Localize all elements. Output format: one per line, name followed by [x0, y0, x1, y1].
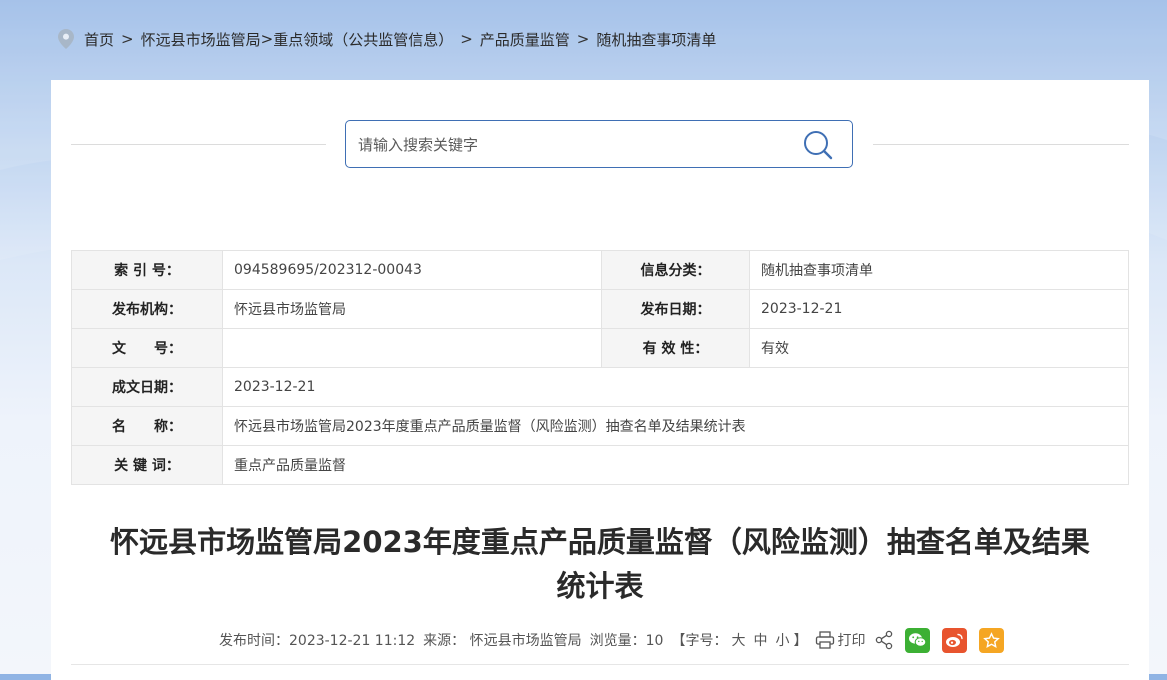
source: 来源： 怀远县市场监管局	[423, 633, 582, 649]
breadcrumb-key-areas[interactable]: 重点领域（公共监管信息）	[273, 29, 453, 50]
content-panel: 索 引 号： 094589695/202312-00043 信息分类： 随机抽查…	[51, 80, 1149, 680]
table-row: 关 键 词： 重点产品质量监督	[71, 445, 1129, 485]
metadata-table: 索 引 号： 094589695/202312-00043 信息分类： 随机抽查…	[71, 250, 1129, 485]
publish-time: 发布时间：2023-12-21 11:12	[219, 633, 416, 649]
breadcrumb-random-inspection[interactable]: 随机抽查事项清单	[596, 29, 716, 50]
table-row: 发布机构： 怀远县市场监管局 发布日期： 2023-12-21	[71, 289, 1129, 329]
document-name-value: 怀远县市场监管局2023年度重点产品质量监督（风险监测）抽查名单及结果统计表	[222, 406, 1129, 446]
font-size-switcher: 【字号：大中小】	[671, 630, 807, 650]
article-title-line-1: 怀远县市场监管局2023年度重点产品质量监督（风险监测）抽查名单及结果	[110, 525, 1090, 559]
publish-date-label: 发布日期：	[601, 289, 750, 329]
keywords-value: 重点产品质量监督	[222, 445, 1129, 485]
breadcrumb-separator: >	[460, 30, 473, 48]
font-size-large[interactable]: 大	[731, 633, 745, 649]
breadcrumb-quality-supervision[interactable]: 产品质量监管	[480, 29, 570, 50]
breadcrumb-bureau[interactable]: 怀远县市场监管局	[141, 29, 261, 50]
breadcrumb-separator: >	[121, 30, 134, 48]
table-row: 名 称： 怀远县市场监管局2023年度重点产品质量监督（风险监测）抽查名单及结果…	[71, 406, 1129, 446]
favorite-button[interactable]	[979, 627, 1005, 653]
breadcrumb-separator: >	[260, 30, 274, 48]
search-input[interactable]	[356, 131, 780, 159]
article-title: 怀远县市场监管局2023年度重点产品质量监督（风险监测）抽查名单及结果 统计表	[51, 520, 1149, 608]
weibo-share-button[interactable]	[942, 627, 968, 653]
doc-number-label: 文 号：	[71, 328, 223, 368]
print-label: 打印	[837, 633, 866, 649]
validity-label: 有 效 性：	[601, 328, 750, 368]
font-size-medium[interactable]: 中	[753, 633, 767, 649]
publisher-label: 发布机构：	[71, 289, 223, 329]
validity-value: 有效	[749, 328, 1129, 368]
document-name-label: 名 称：	[71, 406, 223, 446]
index-number-value: 094589695/202312-00043	[222, 250, 602, 290]
publisher-value: 怀远县市场监管局	[222, 289, 602, 329]
font-size-prefix: 【字号：	[671, 633, 728, 649]
table-row: 索 引 号： 094589695/202312-00043 信息分类： 随机抽查…	[71, 250, 1129, 290]
table-row: 文 号： 有 效 性： 有效	[71, 328, 1129, 368]
keywords-label: 关 键 词：	[71, 445, 223, 485]
share-icon[interactable]	[873, 629, 895, 651]
breadcrumb: 首页 > 怀远县市场监管局 > 重点领域（公共监管信息） > 产品质量监管 > …	[58, 27, 716, 51]
created-date-value: 2023-12-21	[222, 367, 1129, 407]
article-title-line-2: 统计表	[556, 569, 644, 603]
search-icon[interactable]	[802, 129, 834, 161]
category-label: 信息分类：	[601, 250, 750, 290]
breadcrumb-separator: >	[576, 30, 590, 48]
favorite-star-icon	[983, 631, 1001, 648]
print-button[interactable]: 打印	[815, 630, 865, 650]
doc-number-value	[222, 328, 602, 368]
created-date-label: 成文日期：	[71, 367, 223, 407]
search-box	[345, 120, 853, 168]
divider-bottom	[71, 664, 1129, 665]
divider-left	[71, 144, 326, 145]
weibo-icon	[946, 633, 964, 647]
divider-right	[873, 144, 1129, 145]
font-size-suffix: 】	[793, 633, 808, 649]
table-row: 成文日期： 2023-12-21	[71, 367, 1129, 407]
wechat-share-button[interactable]	[905, 627, 931, 653]
category-value: 随机抽查事项清单	[749, 250, 1129, 290]
view-count: 浏览量：10	[589, 633, 664, 649]
index-number-label: 索 引 号：	[71, 250, 223, 290]
font-size-small[interactable]: 小	[775, 633, 789, 649]
publish-date-value: 2023-12-21	[749, 289, 1129, 329]
wechat-icon	[909, 633, 927, 647]
location-pin-icon	[58, 29, 74, 49]
printer-icon	[816, 631, 835, 649]
article-info-bar: 发布时间：2023-12-21 11:12 来源： 怀远县市场监管局 浏览量：1…	[219, 627, 1016, 653]
breadcrumb-home[interactable]: 首页	[84, 29, 114, 50]
